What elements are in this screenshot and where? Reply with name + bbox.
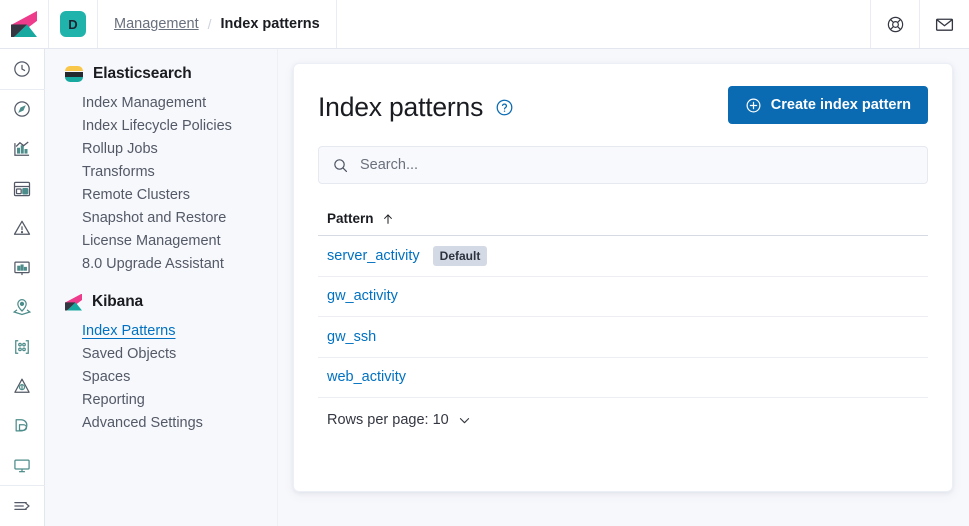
- sidebar-item-rollup-jobs[interactable]: Rollup Jobs: [45, 137, 277, 160]
- column-header-pattern[interactable]: Pattern: [327, 211, 374, 226]
- rail-item-canvas[interactable]: [0, 248, 45, 288]
- elasticsearch-logo-icon: [65, 65, 83, 83]
- search-bar[interactable]: [318, 146, 928, 184]
- breadcrumb-separator: /: [207, 16, 212, 32]
- primary-navigation-rail: [0, 49, 45, 526]
- rail-collapse-button[interactable]: [0, 486, 45, 526]
- sort-ascending-arrow-icon[interactable]: [381, 212, 395, 226]
- main-content: Index patterns Create index pattern Sear…: [278, 49, 969, 526]
- sidebar-item-upgrade-assistant[interactable]: 8.0 Upgrade Assistant: [45, 252, 277, 275]
- sidebar-group-elasticsearch: Elasticsearch Index Management Index Lif…: [45, 65, 277, 275]
- rail-item-dashboard[interactable]: [0, 169, 45, 209]
- index-pattern-link[interactable]: gw_activity: [327, 288, 398, 304]
- sidebar-item-snapshot-and-restore[interactable]: Snapshot and Restore: [45, 206, 277, 229]
- rail-item-graph[interactable]: [0, 327, 45, 367]
- page-title-wrap: Index patterns: [318, 86, 514, 123]
- sidebar-item-reporting[interactable]: Reporting: [45, 388, 277, 411]
- recently-viewed-clock-icon: [12, 59, 32, 79]
- visualize-chart-icon: [12, 139, 32, 159]
- app-body: Elasticsearch Index Management Index Lif…: [0, 49, 969, 526]
- search-input[interactable]: [360, 157, 914, 173]
- sidebar-item-advanced-settings[interactable]: Advanced Settings: [45, 411, 277, 434]
- kibana-logo-icon: [65, 293, 82, 311]
- sidebar-item-saved-objects[interactable]: Saved Objects: [45, 342, 277, 365]
- sidebar-item-index-lifecycle-policies[interactable]: Index Lifecycle Policies: [45, 114, 277, 137]
- pagination-controls: Rows per page: 10: [318, 398, 928, 428]
- plus-circle-icon: [745, 97, 762, 114]
- question-circle-icon[interactable]: [495, 98, 514, 117]
- chevron-down-icon[interactable]: [457, 413, 472, 428]
- table-row[interactable]: gw_ssh: [318, 317, 928, 358]
- rows-per-page-button[interactable]: Rows per page: 10: [327, 412, 449, 428]
- table-row[interactable]: gw_activity: [318, 277, 928, 317]
- rail-item-machine-learning[interactable]: [0, 367, 45, 407]
- create-index-pattern-button[interactable]: Create index pattern: [727, 86, 928, 124]
- index-pattern-link[interactable]: gw_ssh: [327, 329, 376, 345]
- logs-stack-icon: [12, 416, 32, 436]
- sidebar-item-remote-clusters[interactable]: Remote Clusters: [45, 183, 277, 206]
- kibana-logo-icon: [11, 11, 37, 37]
- sidebar-group-header-elasticsearch: Elasticsearch: [45, 65, 277, 83]
- rows-per-page-label: Rows per page: 10: [327, 412, 449, 428]
- management-sidebar: Elasticsearch Index Management Index Lif…: [45, 49, 278, 526]
- maps-location-icon: [12, 297, 32, 317]
- discover-compass-icon: [12, 99, 32, 119]
- sidebar-group-title: Kibana: [92, 293, 144, 310]
- alerts-warning-icon: [12, 218, 32, 238]
- space-avatar-button[interactable]: D: [49, 0, 98, 48]
- sidebar-group-kibana: Kibana Index Patterns Saved Objects Spac…: [45, 293, 277, 434]
- rail-item-uptime[interactable]: [0, 446, 45, 486]
- kibana-management-app: D Management / Index patterns Elasticsea…: [0, 0, 969, 526]
- dashboard-icon: [12, 179, 32, 199]
- help-life-ring-icon: [886, 15, 905, 34]
- rail-item-recently-viewed[interactable]: [0, 49, 45, 89]
- table-row[interactable]: web_activity: [318, 358, 928, 398]
- table-header-row: Pattern: [318, 211, 928, 236]
- news-feed-button[interactable]: [920, 0, 969, 48]
- top-header-bar: D Management / Index patterns: [0, 0, 969, 49]
- breadcrumb: Management / Index patterns: [98, 0, 337, 48]
- header-spacer: [337, 0, 871, 48]
- index-pattern-link[interactable]: web_activity: [327, 369, 406, 385]
- canvas-icon: [12, 258, 32, 278]
- rail-item-discover[interactable]: [0, 90, 45, 130]
- breadcrumb-item-index-patterns: Index patterns: [220, 16, 320, 32]
- create-index-pattern-label: Create index pattern: [770, 97, 911, 113]
- sidebar-item-transforms[interactable]: Transforms: [45, 160, 277, 183]
- index-pattern-link[interactable]: server_activity: [327, 248, 420, 264]
- index-patterns-panel: Index patterns Create index pattern Sear…: [293, 63, 953, 492]
- avatar: D: [60, 11, 86, 37]
- collapse-arrow-icon: [12, 496, 32, 516]
- page-title: Index patterns: [318, 92, 484, 122]
- sidebar-group-title: Elasticsearch: [93, 65, 192, 82]
- uptime-monitor-icon: [12, 456, 32, 476]
- search-icon: [332, 157, 349, 174]
- sidebar-item-license-management[interactable]: License Management: [45, 229, 277, 252]
- rail-item-maps[interactable]: [0, 287, 45, 327]
- graph-nodes-icon: [12, 337, 32, 357]
- sidebar-item-index-management[interactable]: Index Management: [45, 91, 277, 114]
- machine-learning-icon: [12, 376, 32, 396]
- rail-item-visualize[interactable]: [0, 129, 45, 169]
- rail-item-alerts[interactable]: [0, 208, 45, 248]
- sidebar-item-index-patterns[interactable]: Index Patterns: [45, 319, 277, 342]
- sidebar-item-spaces[interactable]: Spaces: [45, 365, 277, 388]
- table-row[interactable]: server_activity Default: [318, 236, 928, 277]
- breadcrumb-item-management[interactable]: Management: [114, 16, 199, 32]
- status-badge: Default: [432, 245, 488, 266]
- kibana-home-logo-button[interactable]: [0, 0, 49, 48]
- mail-envelope-icon: [934, 14, 955, 35]
- help-menu-button[interactable]: [871, 0, 920, 48]
- sidebar-group-header-kibana: Kibana: [45, 293, 277, 311]
- panel-header: Index patterns Create index pattern: [318, 86, 928, 124]
- rail-item-logs[interactable]: [0, 406, 45, 446]
